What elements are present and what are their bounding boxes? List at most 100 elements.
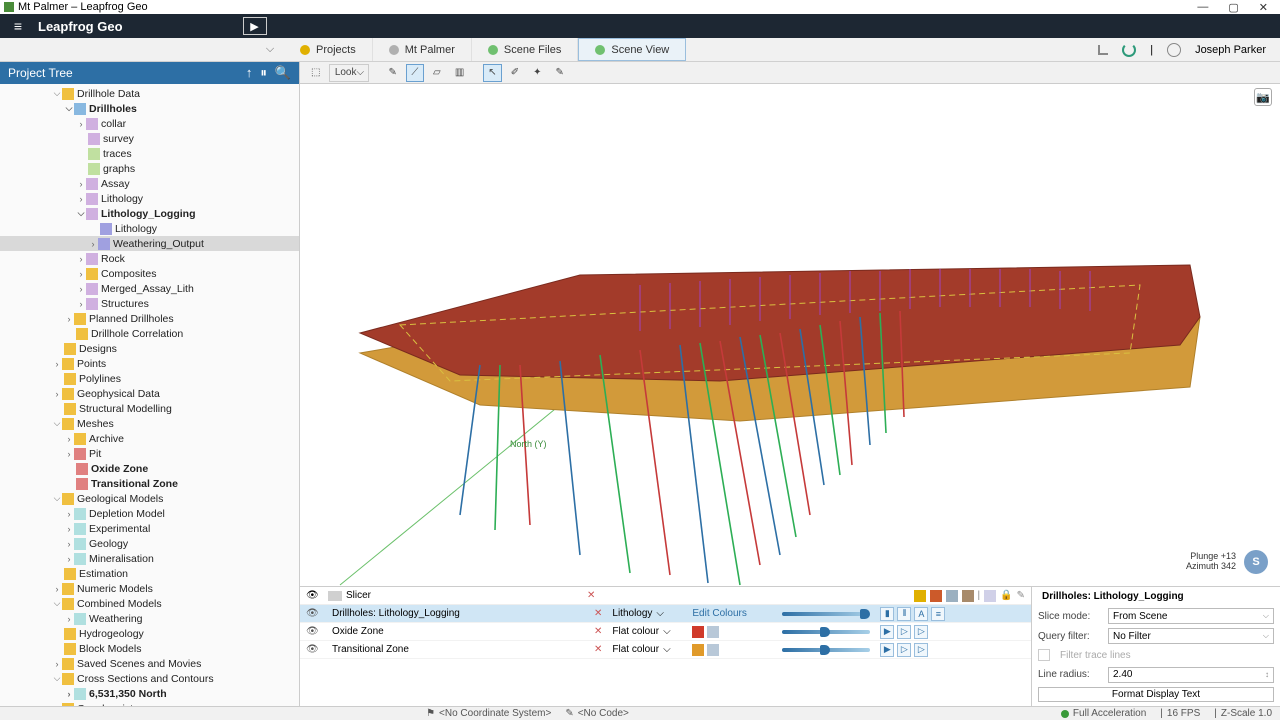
row-play-icon[interactable]: ▶	[880, 625, 894, 639]
opacity-slider[interactable]	[782, 630, 870, 634]
measure-tool-icon[interactable]: ✎	[383, 64, 401, 82]
tree-graphs[interactable]: graphs	[0, 161, 299, 176]
tree-geophysical-data[interactable]: ›Geophysical Data	[0, 386, 299, 401]
row-next-icon[interactable]: ▷	[914, 643, 928, 657]
cube-grey-icon[interactable]	[946, 590, 958, 602]
row-toggle-1[interactable]: ▮	[880, 607, 894, 621]
tree-lithology[interactable]: ›Lithology	[0, 191, 299, 206]
snapshot-icon[interactable]: 📷	[1254, 88, 1272, 106]
status-zscale[interactable]: |Z-Scale 1.0	[1214, 708, 1272, 719]
tab-projects[interactable]: Projects	[284, 38, 373, 61]
tab-scene-files[interactable]: Scene Files	[472, 38, 578, 61]
swatch-face[interactable]	[692, 644, 704, 656]
tree-hydrogeology[interactable]: Hydrogeology	[0, 626, 299, 641]
swatch-edge[interactable]	[707, 644, 719, 656]
tree-traces[interactable]: traces	[0, 146, 299, 161]
tree-meshes[interactable]: ⌵Meshes	[0, 416, 299, 431]
slice-mode-select[interactable]: From Scene⌵	[1108, 608, 1274, 624]
row-remove-icon[interactable]: ✕	[588, 644, 608, 655]
opacity-slider[interactable]	[782, 648, 870, 652]
tree-estimation[interactable]: Estimation	[0, 566, 299, 581]
scene-row-oxide[interactable]: 👁 Oxide Zone ✕ Flat colour ⌵ ▶ ▷ ▷	[300, 623, 1031, 641]
tree-cross-sections[interactable]: ⌵Cross Sections and Contours	[0, 671, 299, 686]
tree-collar[interactable]: ›collar	[0, 116, 299, 131]
tree-pause-icon[interactable]: ⏸	[260, 65, 267, 81]
row-stats-icon[interactable]: ⫴	[897, 607, 911, 621]
tree-drillhole-correlation[interactable]: Drillhole Correlation	[0, 326, 299, 341]
tree-cs-north[interactable]: ›6,531,350 North	[0, 686, 299, 701]
tree-depletion-model[interactable]: ›Depletion Model	[0, 506, 299, 521]
cube-yellow-icon[interactable]	[914, 590, 926, 602]
tree-survey[interactable]: survey	[0, 131, 299, 146]
row-step-icon[interactable]: ▷	[897, 625, 911, 639]
status-coord[interactable]: ⚑<No Coordinate System>	[426, 708, 551, 719]
nav-dropdown-icon[interactable]: ⌵	[256, 38, 284, 61]
row-play-icon[interactable]: ▶	[880, 643, 894, 657]
cube-orange-icon[interactable]	[930, 590, 942, 602]
edit-colours-link[interactable]: Edit Colours	[692, 608, 772, 619]
user-avatar-icon[interactable]	[1167, 43, 1181, 57]
tree-geochemistry[interactable]: ›Geochemistry	[0, 701, 299, 706]
row-eye-icon[interactable]: 👁	[306, 644, 328, 655]
tree-merged-assay-lith[interactable]: ›Merged_Assay_Lith	[0, 281, 299, 296]
tree-polylines[interactable]: Polylines	[0, 371, 299, 386]
swatch-face[interactable]	[692, 626, 704, 638]
cube-lilac-icon[interactable]	[984, 590, 996, 602]
cursor-tool-icon[interactable]: ↖	[483, 64, 501, 82]
tree-experimental[interactable]: ›Experimental	[0, 521, 299, 536]
ruler-tool-icon[interactable]: ⟋	[406, 64, 424, 82]
tree-search-icon[interactable]: 🔍	[275, 65, 291, 81]
project-tree-body[interactable]: ⌵Drillhole Data ⌵Drillholes ›collar surv…	[0, 84, 299, 706]
tree-points[interactable]: ›Points	[0, 356, 299, 371]
tree-geological-models[interactable]: ⌵Geological Models	[0, 491, 299, 506]
opacity-slider[interactable]	[782, 612, 870, 616]
tree-weathering[interactable]: ›Weathering	[0, 611, 299, 626]
tree-transitional-zone[interactable]: Transitional Zone	[0, 476, 299, 491]
rotate-tool-icon[interactable]: ✦	[528, 64, 546, 82]
tree-rock[interactable]: ›Rock	[0, 251, 299, 266]
format-display-text-button[interactable]: Format Display Text	[1038, 687, 1274, 702]
plane-tool-icon[interactable]: ▱	[428, 64, 446, 82]
colour-mode[interactable]: Lithology	[612, 608, 652, 619]
tree-geology[interactable]: ›Geology	[0, 536, 299, 551]
row-remove-icon[interactable]: ✕	[588, 608, 608, 619]
menu-hamburger-icon[interactable]: ≡	[0, 14, 36, 38]
tree-up-icon[interactable]: ↑	[246, 65, 253, 81]
draw-tool-icon[interactable]: ✐	[506, 64, 524, 82]
tree-designs[interactable]: Designs	[0, 341, 299, 356]
window-close-icon[interactable]: ✕	[1259, 1, 1268, 14]
compass-icon[interactable]: S	[1244, 550, 1268, 574]
status-code[interactable]: ✎<No Code>	[565, 708, 629, 719]
tree-combined-models[interactable]: ⌵Combined Models	[0, 596, 299, 611]
tree-numeric-models[interactable]: ›Numeric Models	[0, 581, 299, 596]
window-minimize-icon[interactable]: —	[1197, 1, 1208, 14]
line-radius-input[interactable]: 2.40↕	[1108, 667, 1274, 683]
sync-icon[interactable]	[1122, 43, 1136, 57]
row-step-icon[interactable]: ▷	[897, 643, 911, 657]
scene-viewport[interactable]: 📷	[300, 84, 1280, 586]
row-eye-icon[interactable]: 👁	[306, 626, 328, 637]
tree-oxide-zone[interactable]: Oxide Zone	[0, 461, 299, 476]
tab-scene-view[interactable]: Scene View	[578, 38, 686, 61]
tree-lithology-logging[interactable]: ⌵Lithology_Logging	[0, 206, 299, 221]
select-tool-icon[interactable]: ⬚	[306, 64, 325, 82]
tree-weathering-output[interactable]: ›Weathering_Output	[0, 236, 299, 251]
play-button[interactable]: ▶	[243, 17, 267, 35]
swatch-edge[interactable]	[707, 626, 719, 638]
link-icon[interactable]: ✎	[1017, 590, 1025, 602]
cube-tan-icon[interactable]	[962, 590, 974, 602]
row-list-icon[interactable]: ≡	[931, 607, 945, 621]
branch-icon[interactable]	[1098, 45, 1108, 55]
colour-mode[interactable]: Flat colour	[612, 644, 659, 655]
query-filter-select[interactable]: No Filter⌵	[1108, 628, 1274, 644]
tree-block-models[interactable]: Block Models	[0, 641, 299, 656]
row-next-icon[interactable]: ▷	[914, 625, 928, 639]
tree-structural-modelling[interactable]: Structural Modelling	[0, 401, 299, 416]
slicer-close-icon[interactable]: ✕	[587, 590, 595, 601]
lock-icon[interactable]: 🔒	[1000, 590, 1012, 602]
tree-drillhole-data[interactable]: ⌵Drillhole Data	[0, 86, 299, 101]
tree-structures[interactable]: ›Structures	[0, 296, 299, 311]
scene-row-transitional[interactable]: 👁 Transitional Zone ✕ Flat colour ⌵ ▶ ▷ …	[300, 641, 1031, 659]
edit-tool-icon[interactable]: ✎	[550, 64, 568, 82]
tree-planned-drillholes[interactable]: ›Planned Drillholes	[0, 311, 299, 326]
